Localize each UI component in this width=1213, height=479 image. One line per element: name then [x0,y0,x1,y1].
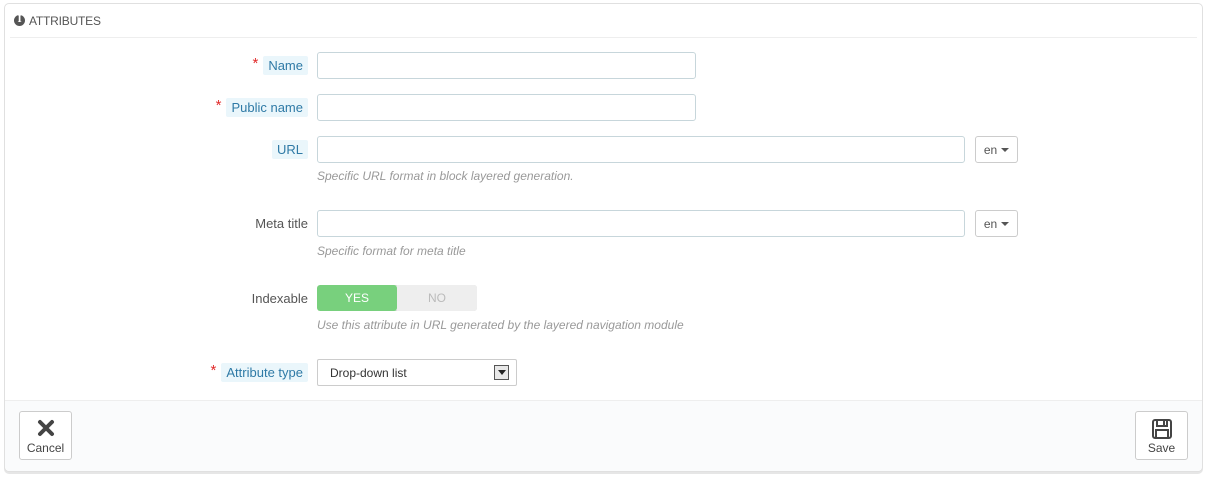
meta-title-language-label: en [983,216,998,231]
panel-heading: i ATTRIBUTES [10,4,1197,38]
required-marker: * [210,362,217,379]
info-icon: i [14,15,25,26]
attribute-type-select[interactable]: Drop-down list [317,359,517,386]
public-name-input[interactable] [317,94,696,121]
url-label: URL [271,140,308,159]
required-marker: * [215,97,222,114]
indexable-toggle[interactable]: YES NO [317,285,477,311]
cancel-button[interactable]: Cancel [19,411,72,460]
save-label: Save [1147,441,1176,455]
indexable-help-text: Use this attribute in URL generated by t… [317,318,684,332]
public-name-label: Public name [226,98,308,117]
required-marker: * [252,55,259,72]
name-input[interactable] [317,52,696,79]
url-help-text: Specific URL format in block layered gen… [317,169,574,183]
url-language-dropdown[interactable]: en [975,136,1018,163]
attributes-panel: i ATTRIBUTES * Name * Public name URL en… [4,3,1203,472]
panel-title: ATTRIBUTES [29,13,101,28]
meta-title-input[interactable] [317,210,965,237]
close-icon [37,420,54,436]
name-label-wrap: * Name [252,52,308,79]
indexable-yes-option[interactable]: YES [317,285,397,311]
indexable-label: Indexable [251,290,308,306]
meta-title-help-text: Specific format for meta title [317,244,466,258]
url-input[interactable] [317,136,965,163]
caret-down-icon [1001,221,1010,226]
meta-title-label: Meta title [255,216,308,231]
meta-title-label-wrap: Meta title [255,210,308,237]
public-name-label-wrap: * Public name [216,94,308,121]
attribute-type-label: Attribute type [221,363,308,382]
attribute-type-label-wrap: * Attribute type [211,359,308,386]
cancel-label: Cancel [26,441,65,455]
meta-title-language-dropdown[interactable]: en [975,210,1018,237]
indexable-label-wrap: Indexable [252,285,308,311]
floppy-disk-icon [1151,419,1172,439]
url-language-label: en [983,142,998,157]
name-label: Name [263,56,308,75]
dropdown-arrow-icon [494,365,509,380]
caret-down-icon [1001,147,1010,152]
attribute-type-value: Drop-down list [330,365,407,380]
save-button[interactable]: Save [1135,411,1188,460]
panel-footer: Cancel Save [5,400,1202,471]
url-label-wrap: URL [271,136,308,163]
indexable-no-option[interactable]: NO [397,285,477,311]
